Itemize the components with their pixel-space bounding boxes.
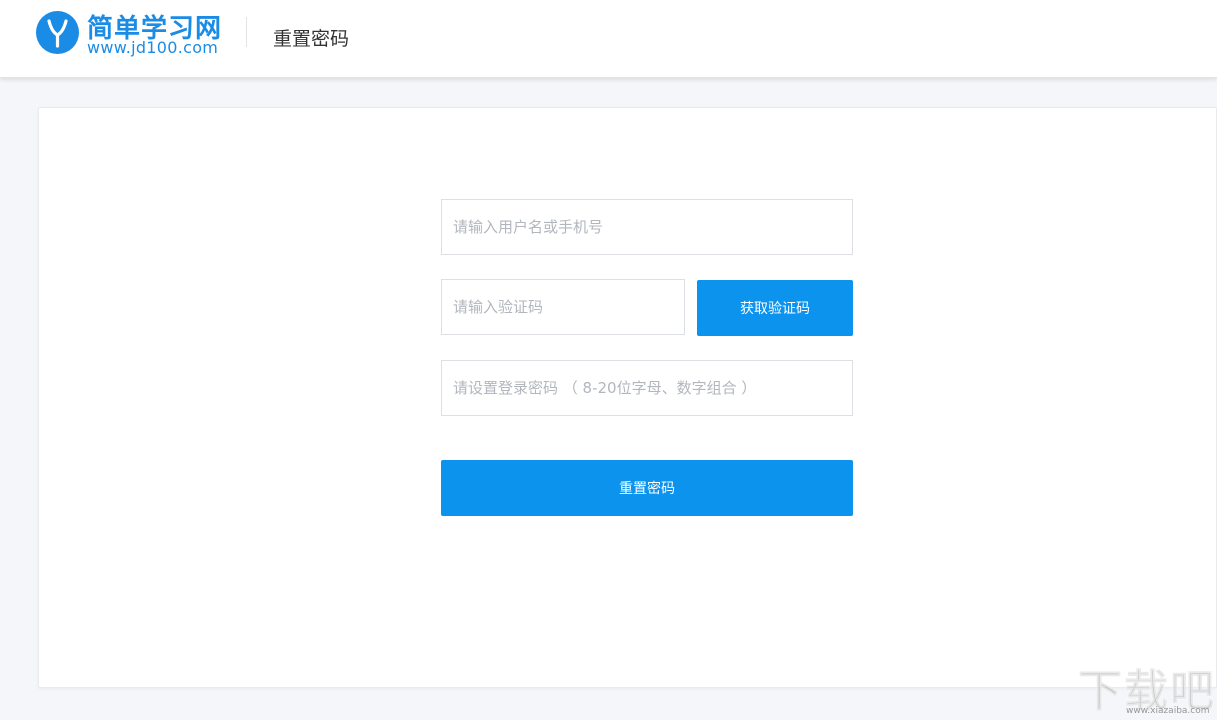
top-header: 简单学习网 www.jd100.com 重置密码 [0,0,1217,78]
watermark: 下载吧 www.xiazaiba.com [1078,655,1215,718]
reset-password-button[interactable]: 重置密码 [441,460,853,516]
logo-url: www.jd100.com [87,38,219,57]
password-input[interactable] [441,360,853,416]
logo-icon [36,11,79,54]
site-logo[interactable]: 简单学习网 www.jd100.com [36,11,231,59]
header-divider [246,17,247,47]
username-input[interactable] [441,199,853,255]
get-code-button[interactable]: 获取验证码 [697,280,853,336]
verification-code-input[interactable] [441,279,685,335]
watermark-url: www.xiazaiba.com [1126,706,1210,716]
page-title: 重置密码 [273,28,350,50]
